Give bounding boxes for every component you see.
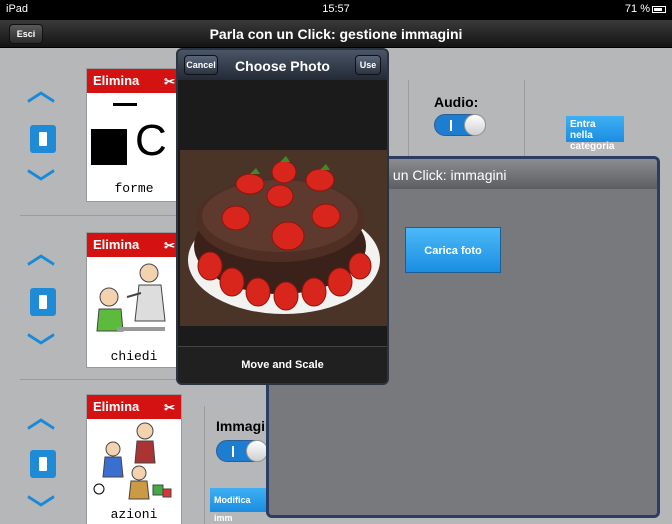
edit-image-button[interactable]: Modifica imm (210, 488, 270, 523)
move-up-icon[interactable]: ︿ (26, 77, 56, 105)
delete-button[interactable]: Elimina ✂ (87, 69, 181, 93)
image-card: Elimina ✂ chiedi (86, 232, 182, 368)
delete-label: Elimina (93, 73, 140, 88)
scissors-icon: ✂ (164, 238, 175, 253)
status-bar: iPad 15:57 71 % (0, 0, 672, 20)
audio-label: Audio: (434, 94, 479, 110)
clock: 15:57 (322, 3, 350, 15)
image-toggle-label: Immagin (216, 418, 274, 434)
move-up-icon[interactable]: ︿ (26, 240, 56, 268)
image-label: azioni (110, 507, 158, 522)
square-shape (91, 129, 127, 165)
phone-icon[interactable] (30, 450, 56, 478)
actions-illustration (93, 422, 172, 500)
delete-label: Elimina (93, 237, 140, 252)
battery-percent: 71 % (624, 3, 650, 15)
scissors-icon: ✂ (164, 400, 175, 415)
delete-label: Elimina (93, 399, 140, 414)
move-scale-bar: Move and Scale (178, 346, 387, 383)
cake-photo[interactable] (180, 150, 387, 326)
audio-toggle[interactable] (434, 114, 486, 136)
azioni-pictogram (87, 419, 181, 507)
enter-category-button[interactable]: Entra nella categoria (566, 116, 624, 152)
move-down-icon[interactable]: ﹀ (26, 496, 56, 524)
phone-icon[interactable] (30, 288, 56, 316)
divider (204, 406, 205, 524)
circle-shape: C (135, 116, 167, 165)
toggle-knob (246, 440, 268, 462)
upload-photo-button[interactable]: Carica foto (405, 227, 501, 273)
title-bar: Esci Parla con un Click: gestione immagi… (0, 20, 672, 48)
bar-shape (113, 103, 137, 106)
image-label: forme (114, 181, 154, 196)
move-up-icon[interactable]: ︿ (26, 404, 56, 432)
image-card: Elimina ✂ C forme (86, 68, 182, 202)
move-down-icon[interactable]: ﹀ (26, 334, 56, 362)
phone-icon[interactable] (30, 125, 56, 153)
image-toggle[interactable] (216, 440, 268, 462)
move-down-icon[interactable]: ﹀ (26, 170, 56, 198)
ask-illustration (96, 263, 166, 332)
choose-photo-popover: Cancel Choose Photo Use Move and Scale (176, 48, 389, 385)
scissors-icon: ✂ (164, 74, 175, 89)
delete-button[interactable]: Elimina ✂ (87, 395, 181, 419)
delete-button[interactable]: Elimina ✂ (87, 233, 181, 257)
cake-image (180, 150, 387, 326)
image-label: chiedi (110, 349, 158, 364)
image-card: Elimina ✂ azioni (86, 394, 182, 524)
use-button[interactable]: Use (355, 55, 381, 75)
chiedi-pictogram (87, 257, 181, 349)
page-title: Parla con un Click: gestione immagini (209, 26, 463, 42)
battery-indicator: 71 % (625, 3, 666, 15)
battery-icon (652, 5, 666, 13)
popover-nav-bar: Cancel Choose Photo Use (178, 50, 387, 80)
forme-pictogram: C (87, 93, 181, 181)
toggle-knob (464, 114, 486, 136)
